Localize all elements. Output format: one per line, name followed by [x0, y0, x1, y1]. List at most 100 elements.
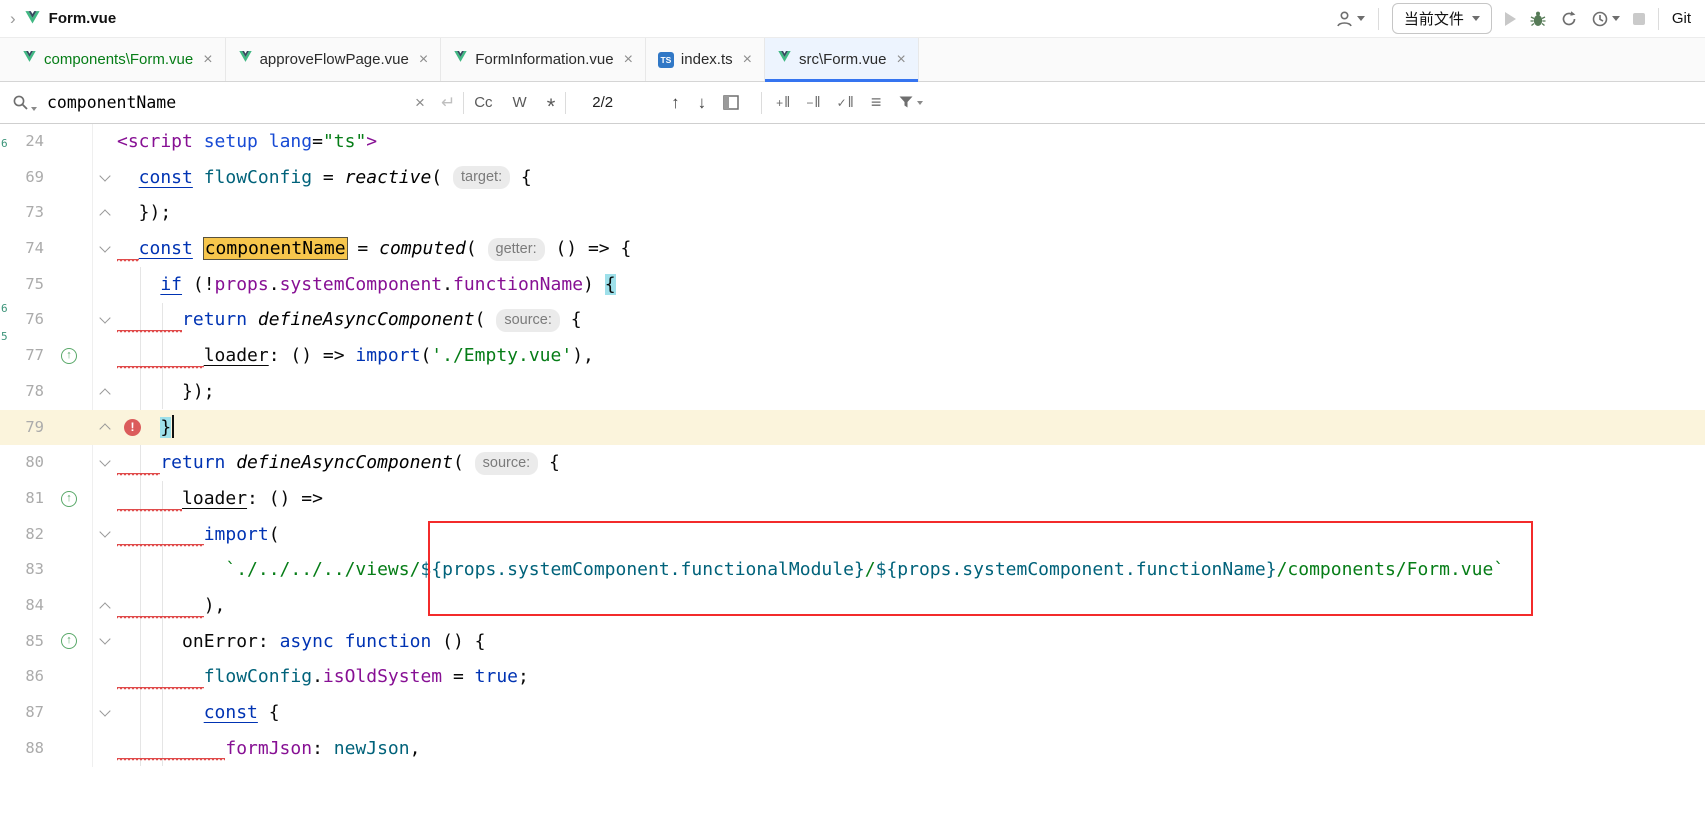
title-bar: › Form.vue 当前文件 Git	[0, 0, 1705, 38]
line-number[interactable]: 78	[0, 374, 46, 410]
filter-icon[interactable]	[898, 95, 923, 110]
open-in-find-window-icon[interactable]	[723, 95, 739, 110]
fold-down-icon[interactable]	[99, 634, 110, 645]
clear-search-icon[interactable]: ×	[415, 93, 425, 113]
gutter-up-arrow-icon[interactable]: ↑	[61, 633, 77, 649]
vue-file-icon	[777, 51, 792, 68]
fold-up-icon[interactable]	[99, 388, 110, 399]
gutter-up-arrow-icon[interactable]: ↑	[61, 491, 77, 507]
fold-down-icon[interactable]	[99, 455, 110, 466]
tab-close-icon[interactable]: ×	[743, 51, 752, 69]
line-number[interactable]: 73	[0, 195, 46, 231]
tab-approveflowpage-vue[interactable]: approveFlowPage.vue ×	[226, 38, 442, 81]
line-number[interactable]: 77	[0, 338, 46, 374]
line-number[interactable]: 84	[0, 588, 46, 624]
typescript-file-icon: TS	[658, 52, 674, 68]
fold-down-icon[interactable]	[99, 705, 110, 716]
results-count: 2/2	[592, 94, 613, 111]
line-number[interactable]: 75	[0, 267, 46, 303]
profile-caret-icon	[1357, 16, 1365, 21]
tab-close-icon[interactable]: ×	[896, 51, 905, 69]
code-line[interactable]: 69const flowConfig = reactive( target: {	[0, 160, 1705, 196]
code-line[interactable]: 83 `./../../../views/${props.systemCompon…	[0, 552, 1705, 588]
parameter-hint: target:	[453, 166, 510, 189]
rerun-icon[interactable]	[1560, 10, 1578, 28]
breadcrumb-chevron: ›	[10, 9, 16, 29]
code-line[interactable]: 74const componentName = computed( getter…	[0, 231, 1705, 267]
search-history-caret-icon[interactable]	[31, 107, 37, 111]
code-line[interactable]: 73});	[0, 195, 1705, 231]
code-line[interactable]: 24<script setup lang="ts">	[0, 124, 1705, 160]
code-line[interactable]: 77↑loader: () => import('./Empty.vue'),	[0, 338, 1705, 374]
stop-button[interactable]	[1633, 13, 1645, 25]
user-profile-icon[interactable]	[1335, 10, 1365, 28]
line-number[interactable]: 69	[0, 160, 46, 196]
run-button[interactable]	[1505, 12, 1516, 26]
code-line[interactable]: 87const {	[0, 695, 1705, 731]
line-number[interactable]: 80	[0, 445, 46, 481]
line-number[interactable]: 79	[0, 410, 46, 446]
whole-words-toggle[interactable]: W	[513, 94, 527, 111]
code-line[interactable]: 81 ↑ loader: () =>	[0, 481, 1705, 517]
line-number[interactable]: 86	[0, 659, 46, 695]
gutter-up-arrow-icon[interactable]: ↑	[61, 348, 77, 364]
add-occurrence-icon[interactable]: +‖	[776, 94, 790, 111]
fold-down-icon[interactable]	[99, 241, 110, 252]
code-text: import(	[117, 517, 1705, 553]
line-number[interactable]: 74	[0, 231, 46, 267]
tab-close-icon[interactable]: ×	[624, 51, 633, 69]
code-line[interactable]: 84),	[0, 588, 1705, 624]
tab-src-form-vue-active[interactable]: src\Form.vue ×	[765, 38, 919, 81]
code-line[interactable]: 82 import(	[0, 517, 1705, 553]
code-line[interactable]: 79!}	[0, 410, 1705, 446]
code-text: loader: () =>	[117, 481, 1705, 517]
search-input[interactable]: componentName	[47, 93, 407, 112]
vue-file-icon	[238, 51, 253, 68]
code-line[interactable]: 76return defineAsyncComponent( source: {	[0, 302, 1705, 338]
parameter-hint: getter:	[488, 238, 545, 261]
occurrence-list-icon[interactable]: ≡	[871, 92, 882, 113]
code-text: `./../../../views/${props.systemComponen…	[117, 552, 1705, 588]
code-line[interactable]: 80return defineAsyncComponent( source: {	[0, 445, 1705, 481]
fold-down-icon[interactable]	[99, 527, 110, 538]
line-number[interactable]: 85	[0, 624, 46, 660]
fold-down-icon[interactable]	[99, 170, 110, 181]
tab-index-ts[interactable]: TS index.ts ×	[646, 38, 765, 81]
prev-occurrence-button[interactable]: ↑	[671, 93, 680, 113]
current-file-dropdown[interactable]: 当前文件	[1392, 3, 1492, 34]
history-button[interactable]	[1591, 10, 1620, 28]
tab-label: approveFlowPage.vue	[260, 51, 409, 68]
code-line[interactable]: 86flowConfig.isOldSystem = true;	[0, 659, 1705, 695]
code-editor[interactable]: 24<script setup lang="ts">69const flowCo…	[0, 124, 1705, 820]
vue-logo-icon	[24, 11, 41, 26]
tab-close-icon[interactable]: ×	[419, 51, 428, 69]
code-line[interactable]: 78});	[0, 374, 1705, 410]
match-case-toggle[interactable]: Cc	[474, 94, 492, 111]
debug-button[interactable]	[1529, 10, 1547, 28]
next-occurrence-button[interactable]: ↓	[698, 93, 707, 113]
fold-up-icon[interactable]	[99, 602, 110, 613]
line-number[interactable]: 88	[0, 731, 46, 767]
regex-toggle[interactable]: *	[547, 102, 556, 112]
code-line[interactable]: 85↑onError: async function () {	[0, 624, 1705, 660]
fold-up-icon[interactable]	[99, 210, 110, 221]
tab-forminformation-vue[interactable]: FormInformation.vue ×	[441, 38, 646, 81]
fold-down-icon[interactable]	[99, 313, 110, 324]
code-line[interactable]: 88formJson: newJson,	[0, 731, 1705, 767]
line-number[interactable]: 82	[0, 517, 46, 553]
code-line[interactable]: 75if (!props.systemComponent.functionNam…	[0, 267, 1705, 303]
tab-close-icon[interactable]: ×	[203, 51, 212, 69]
line-number[interactable]: 81	[0, 481, 46, 517]
newline-icon[interactable]: ↵	[441, 93, 455, 113]
search-icon[interactable]	[12, 94, 37, 111]
findbar-divider	[761, 92, 762, 114]
select-all-occurrences-icon[interactable]: ✓‖	[837, 94, 854, 111]
exclude-occurrence-icon[interactable]: −‖	[806, 94, 820, 111]
git-menu[interactable]: Git	[1672, 10, 1691, 27]
fold-up-icon[interactable]	[99, 424, 110, 435]
line-number[interactable]: 83	[0, 552, 46, 588]
tab-components-form-vue[interactable]: components\Form.vue ×	[10, 38, 226, 81]
code-lines: 24<script setup lang="ts">69const flowCo…	[0, 124, 1705, 766]
line-number[interactable]: 87	[0, 695, 46, 731]
toolbar-divider	[1378, 8, 1379, 30]
